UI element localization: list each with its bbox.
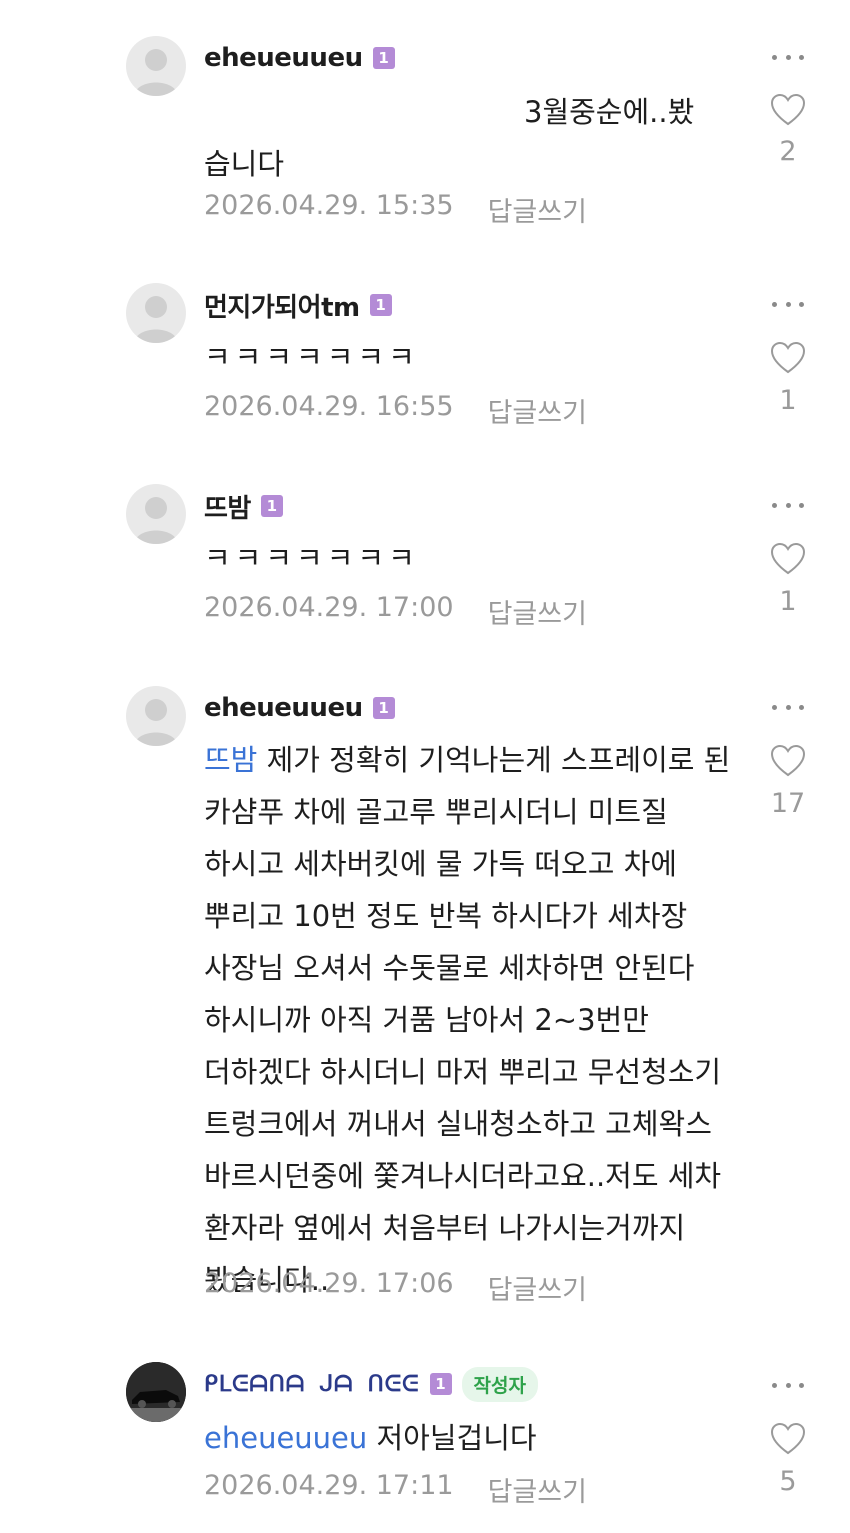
like-count: 5 (779, 1466, 797, 1497)
like-count: 1 (779, 586, 797, 617)
avatar[interactable] (126, 686, 186, 746)
reply-button[interactable]: 답글쓰기 (488, 1470, 587, 1509)
like-count: 17 (770, 788, 806, 819)
default-avatar-icon (134, 699, 178, 746)
avatar[interactable] (126, 1362, 186, 1422)
level-badge: 1 (372, 47, 395, 69)
more-dots-icon[interactable] (772, 702, 804, 712)
default-avatar-icon (134, 49, 178, 96)
comment-text: ㅋㅋㅋㅋㅋㅋㅋ (204, 541, 419, 575)
avatar[interactable] (126, 36, 186, 96)
comment-date: 2026.04.29. 17:00 (204, 592, 454, 623)
comment-text: 뜨밤 제가 정확히 기억나는게 스프레이로 된 카샴푸 차에 골고루 뿌리시더니… (204, 734, 734, 1306)
reply-button[interactable]: 답글쓰기 (488, 1268, 587, 1307)
mention-link[interactable]: 뜨밤 (204, 743, 257, 777)
reply-button[interactable]: 답글쓰기 (488, 190, 587, 229)
comment-text: ㅋㅋㅋㅋㅋㅋㅋ (204, 340, 419, 374)
avatar[interactable] (126, 484, 186, 544)
more-dots-icon[interactable] (772, 1380, 804, 1390)
nickname[interactable]: ᑭᒪᕮᗩᑎᗩ ᒍᗩ ᑎᕮᕮ (204, 1372, 420, 1397)
nickname[interactable]: eheueuueu (204, 693, 363, 723)
nickname[interactable]: eheueuueu (204, 43, 363, 73)
level-badge: 1 (372, 697, 395, 719)
car-photo-avatar-icon (126, 1362, 186, 1422)
more-dots-icon[interactable] (772, 52, 804, 62)
default-avatar-icon (134, 497, 178, 544)
comment-body: 저아닐겁니다 (376, 1421, 537, 1455)
more-dots-icon[interactable] (772, 500, 804, 510)
avatar[interactable] (126, 283, 186, 343)
nickname[interactable]: 뜨밤 (204, 488, 251, 525)
comment-text: 3월중순에..봤 습니다 (204, 95, 695, 181)
comment-date: 2026.04.29. 17:11 (204, 1470, 454, 1501)
default-avatar-icon (134, 296, 178, 343)
mention-link[interactable]: eheueuueu (204, 1421, 367, 1455)
heart-outline-icon[interactable] (770, 341, 806, 375)
comment-date: 2026.04.29. 15:35 (204, 190, 454, 221)
heart-outline-icon[interactable] (770, 744, 806, 778)
level-badge: 1 (429, 1373, 452, 1395)
heart-outline-icon[interactable] (770, 542, 806, 576)
heart-outline-icon[interactable] (770, 1422, 806, 1456)
level-badge: 1 (260, 495, 283, 517)
heart-outline-icon[interactable] (770, 93, 806, 127)
redacted-text (204, 121, 524, 122)
like-count: 2 (779, 136, 797, 167)
comment-body: 제가 정확히 기억나는게 스프레이로 된 카샴푸 차에 골고루 뿌리시더니 미트… (204, 743, 731, 1297)
comment-date: 2026.04.29. 17:06 (204, 1268, 454, 1299)
level-badge: 1 (369, 294, 392, 316)
author-badge: 작성자 (461, 1366, 538, 1402)
comment-text: eheueuueu 저아닐겁니다 (204, 1412, 744, 1464)
nickname[interactable]: 먼지가되어tm (204, 287, 360, 324)
reply-button[interactable]: 답글쓰기 (488, 391, 587, 430)
like-count: 1 (779, 385, 797, 416)
more-dots-icon[interactable] (772, 299, 804, 309)
comment-date: 2026.04.29. 16:55 (204, 391, 454, 422)
reply-button[interactable]: 답글쓰기 (488, 592, 587, 631)
